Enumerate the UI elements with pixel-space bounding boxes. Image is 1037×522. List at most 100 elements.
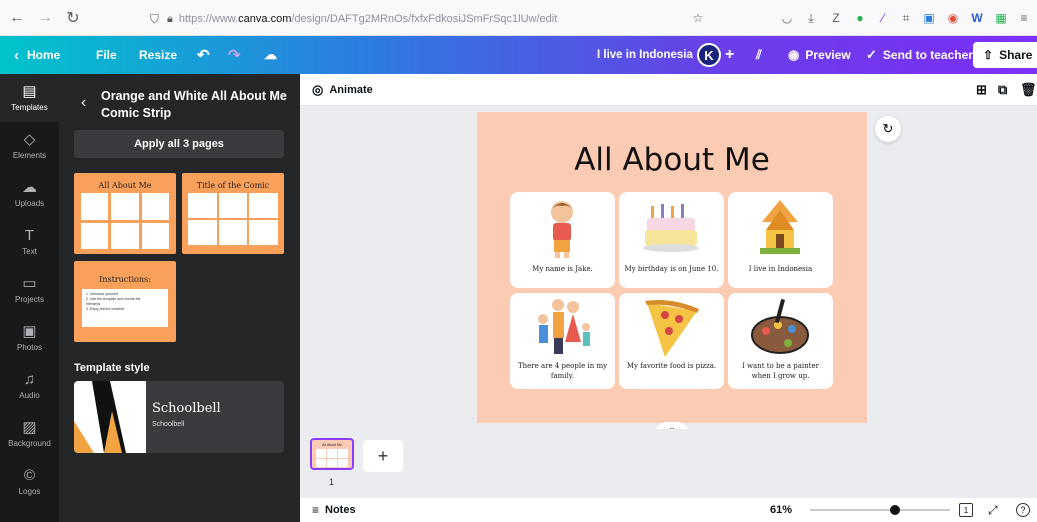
template-style-card[interactable]: Schoolbell Schoolbell — [74, 381, 284, 453]
home-button[interactable]: ‹ Home — [14, 36, 60, 74]
card-family[interactable]: There are 4 people in my family. — [510, 293, 615, 389]
thumb1-title: All About Me — [98, 181, 152, 190]
rail-item-background[interactable]: ▨ Background — [0, 410, 59, 458]
shield-icon: ⛉ — [150, 11, 160, 26]
palette-illustration — [751, 299, 809, 354]
page-number: 1 — [329, 477, 335, 487]
record-extension-icon[interactable]: ◉ — [945, 10, 961, 26]
template-page-1-thumbnail[interactable]: All About Me — [74, 173, 176, 254]
share-upload-icon: ⇧ — [983, 48, 994, 62]
animate-button[interactable]: Animate — [329, 84, 372, 96]
logos-icon: © — [23, 467, 36, 484]
address-bar[interactable]: ⛉ 🔒︎ https://www. canva.com/design/DAFTg2… — [150, 8, 715, 30]
cake-illustration — [643, 204, 699, 252]
sheets-extension-icon[interactable]: ▦ — [993, 10, 1009, 26]
rail-item-label: Text — [22, 247, 37, 256]
pen-extension-icon[interactable]: ⁄ — [875, 10, 891, 26]
share-button[interactable]: ⇧ Share — [973, 42, 1037, 68]
instruction-line: 3. Enjoy and be creative! — [86, 307, 125, 311]
rail-item-audio[interactable]: ♫ Audio — [0, 362, 59, 410]
card-dream[interactable]: I want to be a painter when I grow up. — [728, 293, 833, 389]
preview-button[interactable]: ◉ Preview — [788, 36, 851, 74]
page-count-box[interactable]: 1 — [959, 503, 973, 517]
thumb1-grid — [81, 193, 169, 249]
rail-item-label: Background — [8, 439, 51, 448]
forward-arrow-icon[interactable]: → — [34, 7, 56, 29]
card-caption: There are 4 people in my family. — [517, 362, 608, 380]
add-page-button[interactable]: + — [363, 440, 403, 472]
design-title[interactable]: I live in Indonesia — [597, 36, 693, 74]
rail-item-templates[interactable]: ▤ Templates — [0, 74, 59, 122]
fullscreen-icon[interactable]: ⤢ — [988, 503, 998, 518]
back-chevron-icon[interactable]: ‹ — [81, 94, 86, 112]
insights-chart-icon[interactable]: ⫽ — [756, 36, 762, 74]
card-caption: My favorite food is pizza. — [626, 362, 717, 370]
rail-item-text[interactable]: T Text — [0, 218, 59, 266]
family-illustration — [538, 299, 590, 354]
card-caption: I live in Indonesia — [748, 265, 813, 273]
help-icon[interactable]: ? — [1016, 503, 1030, 517]
template-page-3-thumbnail[interactable]: Instructions: 1. Introduce yourself 2. Us… — [74, 261, 176, 342]
rail-item-uploads[interactable]: ☁ Uploads — [0, 170, 59, 218]
duplicate-page-icon[interactable]: ⧉ — [998, 82, 1007, 98]
cloud-saved-icon: ☁ — [264, 47, 277, 62]
send-to-teacher-button[interactable]: ✓ Send to teacher — [866, 36, 973, 74]
avatar[interactable]: K — [697, 43, 721, 67]
apply-all-pages-button[interactable]: Apply all 3 pages — [74, 130, 284, 158]
download-icon[interactable]: ⤓ — [803, 10, 819, 26]
back-arrow-icon[interactable]: ← — [6, 7, 28, 29]
zoom-percent[interactable]: 61% — [770, 504, 792, 516]
delete-page-icon[interactable]: 🗑︎ — [1020, 82, 1037, 98]
rail-item-logos[interactable]: © Logos — [0, 458, 59, 506]
undo-icon[interactable]: ↶ — [197, 36, 210, 74]
rail-item-label: Photos — [17, 343, 42, 352]
notes-button[interactable]: Notes — [325, 504, 356, 516]
context-toolbar: ◎ Animate ⊞ ⧉ 🗑︎ — [300, 74, 1037, 106]
bookmark-star-icon[interactable]: ☆ — [690, 10, 706, 26]
zoom-slider[interactable] — [810, 505, 950, 515]
resize-button[interactable]: Resize — [139, 36, 177, 74]
background-icon: ▨ — [22, 419, 37, 436]
redo-icon[interactable]: ↷ — [228, 36, 241, 74]
uploads-icon: ☁ — [22, 179, 37, 196]
card-home[interactable]: I live in Indonesia — [728, 192, 833, 288]
template-style-heading: Template style — [74, 362, 150, 374]
rail-item-elements[interactable]: ◇ Elements — [0, 122, 59, 170]
rail-item-photos[interactable]: ▣ Photos — [0, 314, 59, 362]
design-title-label: I live in Indonesia — [597, 49, 693, 61]
rail-item-projects[interactable]: ▭ Projects — [0, 266, 59, 314]
card-caption: My name is Jake. — [532, 265, 593, 273]
menu-icon[interactable]: ≡ — [1016, 10, 1032, 26]
page-heading[interactable]: All About Me — [477, 142, 867, 178]
grammarly-icon[interactable]: ● — [852, 10, 868, 26]
url-prefix: https://www. — [178, 13, 239, 25]
url-domain: canva.com — [238, 13, 292, 25]
refresh-suggestion-icon[interactable]: ↻ — [875, 116, 901, 142]
card-food[interactable]: My favorite food is pizza. — [619, 293, 724, 389]
zotero-icon[interactable]: Z — [828, 10, 844, 26]
avatar-letter: K — [704, 47, 714, 63]
word-extension-icon[interactable]: W — [969, 10, 985, 26]
elements-icon: ◇ — [23, 131, 36, 148]
card-name[interactable]: My name is Jake. — [510, 192, 615, 288]
template-page-2-thumbnail[interactable]: Title of the Comic — [182, 173, 284, 254]
file-menu[interactable]: File — [96, 36, 117, 74]
resize-label: Resize — [139, 48, 178, 62]
text-icon: T — [24, 227, 35, 244]
zoom-slider-thumb[interactable] — [890, 505, 901, 515]
check-circle-icon: ✓ — [866, 47, 877, 62]
pocket-icon[interactable]: ◡ — [779, 10, 795, 26]
thumb2-grid — [188, 193, 278, 245]
pages-strip — [300, 429, 1037, 489]
editor-topbar: ‹ Home File Resize ↶ ↷ ☁ I live in Indon… — [0, 36, 1037, 74]
template-title: Orange and White All About Me Comic Stri… — [101, 89, 287, 120]
page-thumbnail-1[interactable]: All About Me — [310, 438, 354, 470]
design-page[interactable]: All About Me My name is Jake. My birthda… — [477, 112, 867, 423]
screenshot-extension-icon[interactable]: ▣ — [921, 10, 937, 26]
add-people-icon[interactable]: + — [725, 36, 734, 74]
crop-extension-icon[interactable]: ⌗ — [898, 10, 914, 26]
add-page-icon[interactable]: ⊞ — [976, 82, 987, 98]
reload-icon[interactable]: ↻ — [62, 7, 84, 29]
card-birthday[interactable]: My birthday is on June 10. — [619, 192, 724, 288]
home-label: Home — [27, 48, 61, 62]
